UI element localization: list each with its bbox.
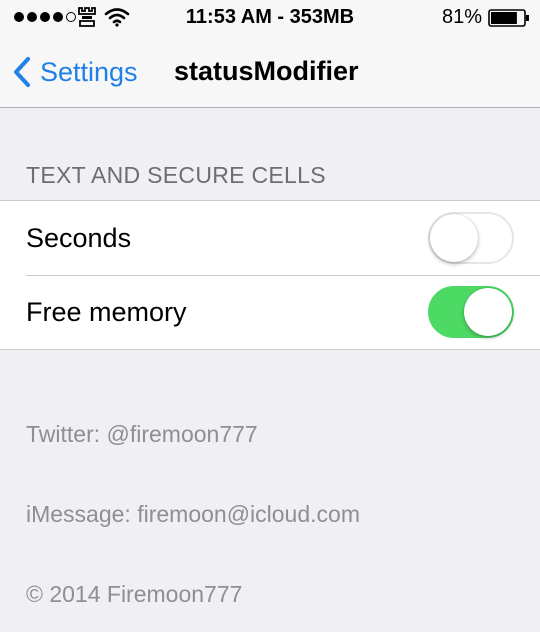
cell-label-seconds: Seconds [26,223,132,253]
footer-copyright: © 2014 Firemoon777 [26,581,243,607]
screen: 11:53 AM - 353MB 81% Settings statusModi… [0,0,540,632]
page-title: statusModifier [174,56,359,86]
cell-label-free-memory: Free memory [26,297,187,327]
settings-group: Seconds Free memory [0,200,540,350]
cell-free-memory: Free memory [0,275,540,349]
battery-icon [488,9,529,27]
seconds-toggle[interactable] [428,212,514,264]
free-memory-toggle[interactable] [428,286,514,338]
footer-imessage: iMessage: firemoon@icloud.com [26,501,360,527]
status-bar: 11:53 AM - 353MB 81% [0,0,540,36]
toggle-knob [464,288,512,336]
toggle-knob [430,214,478,262]
footer-twitter: Twitter: @firemoon777 [26,421,258,447]
section-header: TEXT AND SECURE CELLS [26,162,326,188]
back-button[interactable]: Settings [12,54,138,90]
chevron-left-icon [14,57,30,87]
back-button-label: Settings [40,56,138,87]
cell-seconds: Seconds [0,201,540,275]
navigation-bar: Settings statusModifier [0,36,540,108]
battery-percent: 81% [441,6,482,28]
